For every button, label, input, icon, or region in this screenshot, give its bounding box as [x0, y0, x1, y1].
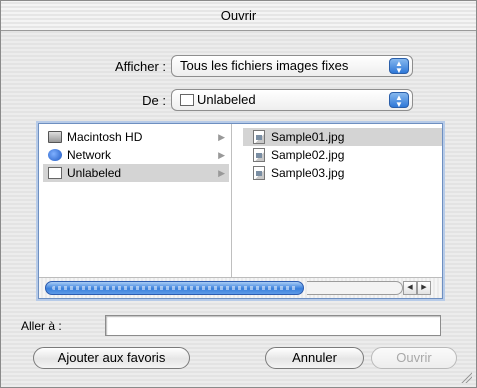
show-popup[interactable]: Tous les fichiers images fixes ▲ ▼ [171, 55, 413, 77]
browser-column-files: Sample01.jpg Sample02.jpg Sample03.jpg [243, 124, 442, 277]
file-item-sample01[interactable]: Sample01.jpg [243, 128, 442, 146]
add-to-favorites-button[interactable]: Ajouter aux favoris [33, 347, 190, 369]
file-item-label: Sample02.jpg [271, 148, 345, 162]
hard-drive-icon [48, 131, 62, 143]
sidebar-item-label: Network [67, 148, 112, 162]
sidebar-item-unlabeled[interactable]: Unlabeled ▶ [43, 164, 229, 182]
from-popup-value: Unlabeled [197, 92, 256, 107]
chevron-right-icon: ▶ [218, 168, 225, 178]
goto-label: Aller à : [21, 319, 62, 333]
resize-grip-icon[interactable] [460, 371, 472, 383]
scrollbar-thumb[interactable] [45, 281, 304, 295]
sidebar-item-label: Unlabeled [67, 166, 122, 180]
from-label: De : [142, 93, 166, 108]
scroll-right-arrow-icon[interactable]: ▶ [417, 281, 431, 295]
dialog-title: Ouvrir [1, 1, 476, 31]
sidebar-item-network[interactable]: Network ▶ [43, 146, 229, 164]
from-popup[interactable]: Unlabeled ▲ ▼ [171, 89, 413, 111]
sidebar-item-label: Macintosh HD [67, 130, 143, 144]
network-globe-icon [48, 149, 62, 161]
popup-arrows-icon: ▲ ▼ [389, 92, 409, 109]
sidebar-item-macintosh-hd[interactable]: Macintosh HD ▶ [43, 128, 229, 146]
image-file-icon [253, 148, 265, 162]
image-file-icon [253, 166, 265, 180]
show-popup-value: Tous les fichiers images fixes [180, 58, 349, 73]
file-browser: Macintosh HD ▶ Network ▶ Unlabeled ▶ Sam… [38, 123, 443, 299]
open-button[interactable]: Ouvrir [371, 347, 457, 369]
file-item-sample03[interactable]: Sample03.jpg [243, 164, 442, 182]
image-file-icon [253, 130, 265, 144]
scrollbar-track[interactable] [307, 281, 403, 295]
browser-column-volumes: Macintosh HD ▶ Network ▶ Unlabeled ▶ [39, 124, 232, 277]
file-item-sample02[interactable]: Sample02.jpg [243, 146, 442, 164]
horizontal-scrollbar[interactable]: ◀ ▶ [39, 277, 442, 298]
popup-arrows-icon: ▲ ▼ [389, 58, 409, 75]
file-item-label: Sample03.jpg [271, 166, 345, 180]
chevron-right-icon: ▶ [218, 150, 225, 160]
volume-icon [48, 167, 62, 179]
goto-input[interactable] [105, 315, 441, 336]
scroll-left-arrow-icon[interactable]: ◀ [403, 281, 417, 295]
file-item-label: Sample01.jpg [271, 130, 345, 144]
volume-icon [180, 94, 194, 106]
cancel-button[interactable]: Annuler [265, 347, 364, 369]
open-dialog: Ouvrir Afficher : Tous les fichiers imag… [0, 0, 477, 388]
chevron-right-icon: ▶ [218, 132, 225, 142]
show-label: Afficher : [114, 59, 166, 74]
